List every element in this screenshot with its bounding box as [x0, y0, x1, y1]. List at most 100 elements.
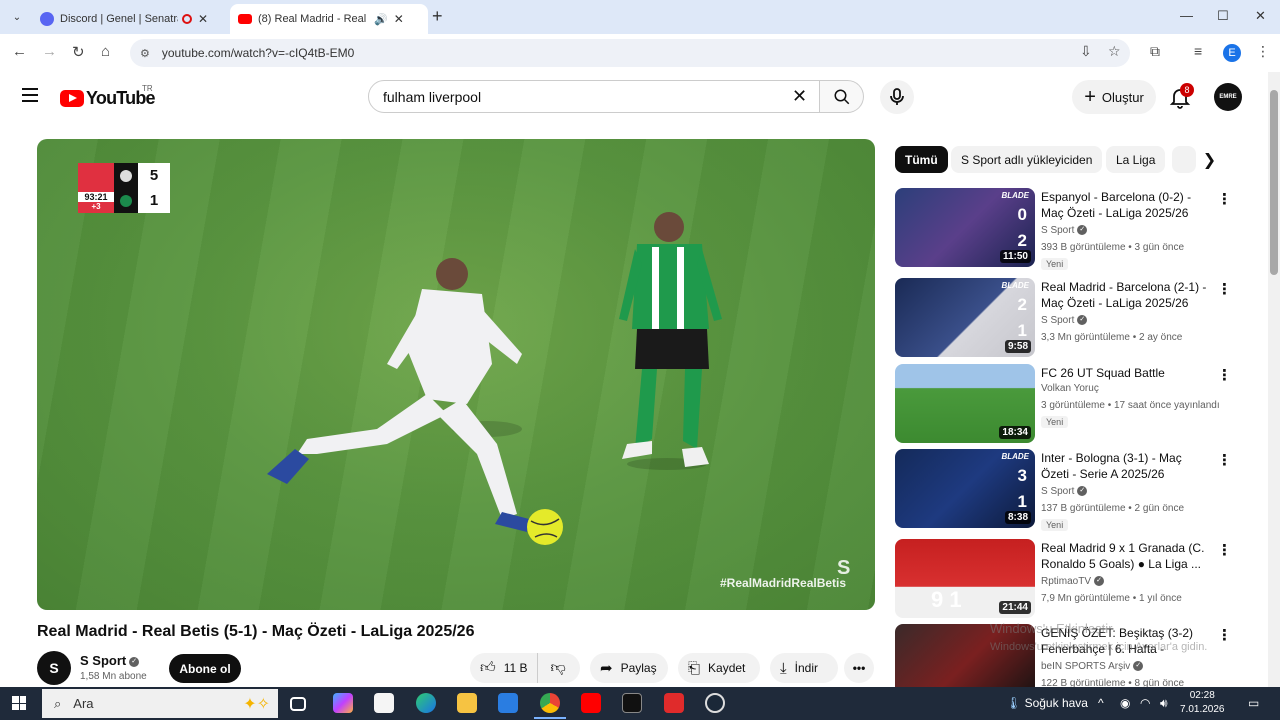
- rec-channel[interactable]: S Sport ✓: [1041, 486, 1088, 497]
- scrollbar-thumb[interactable]: [1270, 90, 1278, 275]
- channel-avatar[interactable]: S: [37, 651, 71, 685]
- mail-app-icon[interactable]: [498, 693, 518, 713]
- edge-browser-icon[interactable]: [416, 693, 436, 713]
- youtube-header: YouTube TR fulham liverpool ✕ + Oluştur: [0, 72, 1268, 122]
- hamburger-menu-icon[interactable]: [22, 88, 38, 102]
- video-thumbnail[interactable]: 9 1 21:44: [895, 539, 1035, 618]
- copilot-app-icon[interactable]: [333, 693, 353, 713]
- new-tab-button[interactable]: +: [432, 6, 443, 27]
- rec-channel[interactable]: S Sport ✓: [1041, 315, 1088, 326]
- save-button[interactable]: ⎗ Kaydet: [678, 653, 760, 683]
- rec-title[interactable]: Inter - Bologna (3-1) - Maç Özeti - Seri…: [1041, 450, 1209, 482]
- browser-tab-discord[interactable]: Discord | Genel | SenatraA ✕: [32, 4, 228, 34]
- subscribe-button[interactable]: Abone ol: [169, 654, 241, 683]
- chrome-browser-icon[interactable]: [534, 693, 566, 719]
- chip-from-uploader[interactable]: S Sport adlı yükleyiciden: [951, 146, 1103, 173]
- chevron-right-icon[interactable]: ❯: [1196, 146, 1223, 173]
- list-item[interactable]: BLADE 0 2 11:50 Espanyol - Barcelona (0-…: [895, 188, 1235, 270]
- search-button[interactable]: [820, 80, 864, 113]
- more-vertical-icon[interactable]: ⋮: [1217, 366, 1232, 384]
- channel-name[interactable]: S Sport ✓: [80, 653, 140, 668]
- list-item[interactable]: BLADE 3 1 8:38 Inter - Bologna (3-1) - M…: [895, 449, 1235, 531]
- search-value: fulham liverpool: [383, 88, 482, 105]
- video-player[interactable]: 93:21 +3 5 1 #RealMadridRealBetis S: [37, 139, 875, 610]
- youtube-logo[interactable]: YouTube: [60, 88, 156, 109]
- task-view-icon[interactable]: [290, 697, 306, 711]
- list-item[interactable]: BLADE 2 1 9:58 Real Madrid - Barcelona (…: [895, 278, 1235, 358]
- reading-list-icon[interactable]: ≡: [1194, 43, 1202, 59]
- rec-channel[interactable]: Volkan Yoruç: [1041, 383, 1099, 394]
- notification-center-icon[interactable]: ▭: [1248, 696, 1259, 710]
- more-actions-button[interactable]: •••: [844, 653, 874, 683]
- taskbar-search[interactable]: ⌕ Ara ✦✧: [42, 689, 278, 718]
- windows-start-icon[interactable]: [12, 696, 26, 710]
- chrome-menu-icon[interactable]: ⋮: [1256, 43, 1270, 60]
- forward-icon[interactable]: →: [42, 43, 57, 60]
- share-button[interactable]: ➦ Paylaş: [590, 653, 668, 683]
- rec-title[interactable]: Real Madrid 9 x 1 Granada (C. Ronaldo 5 …: [1041, 540, 1209, 572]
- youtube-app-icon[interactable]: [581, 693, 601, 713]
- tray-overflow-icon[interactable]: ^: [1098, 696, 1104, 710]
- wps-office-icon[interactable]: [664, 693, 684, 713]
- close-tab-icon[interactable]: ✕: [394, 12, 404, 26]
- list-item[interactable]: 18:34 FC 26 UT Squad Battle Volkan Yoruç…: [895, 364, 1235, 444]
- rec-title[interactable]: Espanyol - Barcelona (0-2) - Maç Özeti -…: [1041, 189, 1209, 221]
- clock-date: 7.01.2026: [1180, 704, 1225, 715]
- extensions-icon[interactable]: ⧉: [1150, 43, 1160, 60]
- download-button[interactable]: ⤓ İndir: [770, 653, 838, 683]
- rec-channel[interactable]: beIN SPORTS Arşiv ✓: [1041, 661, 1144, 672]
- site-info-icon[interactable]: ⚙: [140, 47, 150, 60]
- tab-search-dropdown-icon[interactable]: ⌄: [6, 7, 28, 27]
- speaker-icon[interactable]: 🔊: [374, 13, 388, 26]
- more-vertical-icon[interactable]: ⋮: [1217, 451, 1232, 469]
- thumbnail-score: 0 2: [1017, 205, 1027, 250]
- video-thumbnail[interactable]: BLADE 0 2 11:50: [895, 188, 1035, 267]
- address-bar[interactable]: ⚙ youtube.com/watch?v=-cIQ4tB-EM0: [130, 39, 1130, 67]
- steam-app-icon[interactable]: [705, 693, 725, 713]
- browser-tab-youtube[interactable]: (8) Real Madrid - Real Betis 🔊 ✕: [230, 4, 428, 34]
- close-window-button[interactable]: ✕: [1255, 8, 1266, 24]
- more-vertical-icon[interactable]: ⋮: [1217, 190, 1232, 208]
- weather-widget[interactable]: 🌡︎ Soğuk hava: [1006, 696, 1088, 710]
- rec-channel[interactable]: S Sport ✓: [1041, 225, 1088, 236]
- list-item[interactable]: 9 1 21:44 Real Madrid 9 x 1 Granada (C. …: [895, 539, 1235, 619]
- home-icon[interactable]: ⌂: [101, 43, 110, 60]
- file-explorer-icon[interactable]: [457, 693, 477, 713]
- bookmark-star-icon[interactable]: ☆: [1108, 43, 1121, 60]
- more-vertical-icon[interactable]: ⋮: [1217, 541, 1232, 559]
- close-tab-icon[interactable]: ✕: [198, 12, 208, 26]
- minimize-button[interactable]: —: [1180, 8, 1193, 23]
- wifi-icon[interactable]: ◠: [1140, 696, 1150, 710]
- clear-search-icon[interactable]: ✕: [792, 86, 807, 107]
- rec-channel[interactable]: RptimaoTV ✓: [1041, 576, 1105, 587]
- volume-icon[interactable]: 🔊︎: [1160, 696, 1168, 711]
- rec-title[interactable]: FC 26 UT Squad Battle: [1041, 365, 1209, 381]
- terminal-app-icon[interactable]: [622, 693, 642, 713]
- install-app-icon[interactable]: ⇩: [1080, 43, 1092, 60]
- video-thumbnail[interactable]: 18:34: [895, 364, 1035, 443]
- like-button[interactable]: 👍︎ 11 B: [470, 653, 539, 683]
- dislike-button[interactable]: 👎︎: [538, 653, 577, 683]
- chip-la-liga[interactable]: La Liga: [1106, 146, 1166, 173]
- clock-time: 02:28: [1189, 690, 1215, 701]
- verified-check-icon: ✓: [1077, 315, 1088, 326]
- network-icon[interactable]: ◉: [1120, 696, 1130, 710]
- system-clock[interactable]: 02:28 7.01.2026: [1180, 689, 1225, 717]
- voice-search-button[interactable]: [880, 80, 914, 114]
- reload-icon[interactable]: ↻: [72, 43, 85, 61]
- chip-all[interactable]: Tümü: [895, 146, 948, 173]
- create-button[interactable]: + Oluştur: [1072, 80, 1156, 114]
- microsoft-store-icon[interactable]: [374, 693, 394, 713]
- video-thumbnail[interactable]: BLADE 2 1 9:58: [895, 278, 1035, 357]
- profile-avatar-icon[interactable]: E: [1223, 44, 1241, 62]
- back-icon[interactable]: ←: [12, 43, 27, 60]
- discord-icon: [40, 12, 54, 26]
- more-vertical-icon[interactable]: ⋮: [1217, 280, 1232, 298]
- new-badge: Yeni: [1041, 416, 1069, 428]
- video-thumbnail[interactable]: BLADE 3 1 8:38: [895, 449, 1035, 528]
- account-avatar[interactable]: EMRE: [1214, 83, 1242, 111]
- rec-title[interactable]: Real Madrid - Barcelona (2-1) - Maç Özet…: [1041, 279, 1209, 311]
- maximize-button[interactable]: ☐: [1217, 8, 1229, 24]
- chip-overflow[interactable]: [1172, 146, 1196, 173]
- search-input[interactable]: fulham liverpool: [368, 80, 820, 113]
